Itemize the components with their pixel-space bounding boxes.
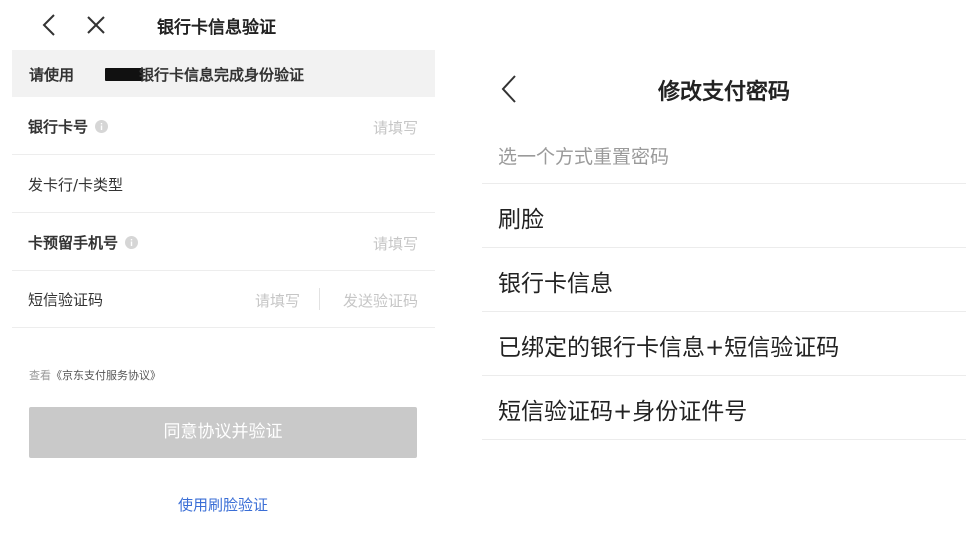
issuer-card-type-row[interactable]: 发卡行/卡类型 [12,155,435,213]
option-label: 刷脸 [498,207,544,233]
card-number-input[interactable]: 请填写 [373,117,418,138]
card-number-label: 银行卡号 [28,116,109,137]
sms-code-label: 短信验证码 [28,291,104,309]
reserved-phone-input[interactable]: 请填写 [373,233,418,254]
close-icon[interactable] [82,11,110,39]
redacted-name-mask [105,68,143,81]
info-circle-icon[interactable] [95,120,109,133]
info-circle-icon[interactable] [125,236,139,249]
card-number-row[interactable]: 银行卡号 请填写 [12,97,435,155]
bank-card-verify-screen: 银行卡信息验证 请使用 银行卡信息完成身份验证 银行卡号 请填写 发卡行/卡类型… [0,0,446,536]
reserved-phone-row[interactable]: 卡预留手机号 请填写 [12,213,435,271]
change-pay-password-screen: 修改支付密码 选一个方式重置密码 刷脸 银行卡信息 已绑定的银行卡信息+短信验证… [482,0,966,536]
notice-suffix: 银行卡信息完成身份验证 [139,66,305,84]
nav-bar: 银行卡信息验证 [0,0,446,50]
section-label: 选一个方式重置密码 [498,146,670,168]
agreement-prefix: 查看 [29,369,51,382]
divider [319,288,320,310]
option-sms-id[interactable]: 短信验证码+身份证件号 [482,376,966,440]
option-label: 已绑定的银行卡信息+短信验证码 [498,335,840,361]
face-verify-link[interactable]: 使用刷脸验证 [0,494,446,515]
sms-code-input[interactable]: 请填写 [255,290,300,311]
send-sms-code-button[interactable]: 发送验证码 [343,290,418,311]
option-bound-card-sms[interactable]: 已绑定的银行卡信息+短信验证码 [482,312,966,376]
page-title: 修改支付密码 [657,80,790,105]
sms-code-row: 短信验证码 请填写 发送验证码 [12,270,435,328]
page-title: 银行卡信息验证 [157,18,276,38]
verify-notice: 请使用 银行卡信息完成身份验证 [12,50,435,97]
back-chevron-left-icon[interactable] [36,11,64,39]
agreement-link[interactable]: 《京东支付服务协议》 [51,369,161,382]
notice-prefix: 请使用 [29,66,75,84]
reserved-phone-label: 卡预留手机号 [28,232,139,253]
option-face[interactable]: 刷脸 [482,184,966,248]
agreement-line: 查看《京东支付服务协议》 [29,367,161,383]
option-label: 短信验证码+身份证件号 [498,399,748,425]
option-bank-card[interactable]: 银行卡信息 [482,248,966,312]
option-label: 银行卡信息 [498,271,613,297]
agree-and-verify-button[interactable]: 同意协议并验证 [29,407,417,458]
issuer-card-type-label: 发卡行/卡类型 [28,176,124,194]
